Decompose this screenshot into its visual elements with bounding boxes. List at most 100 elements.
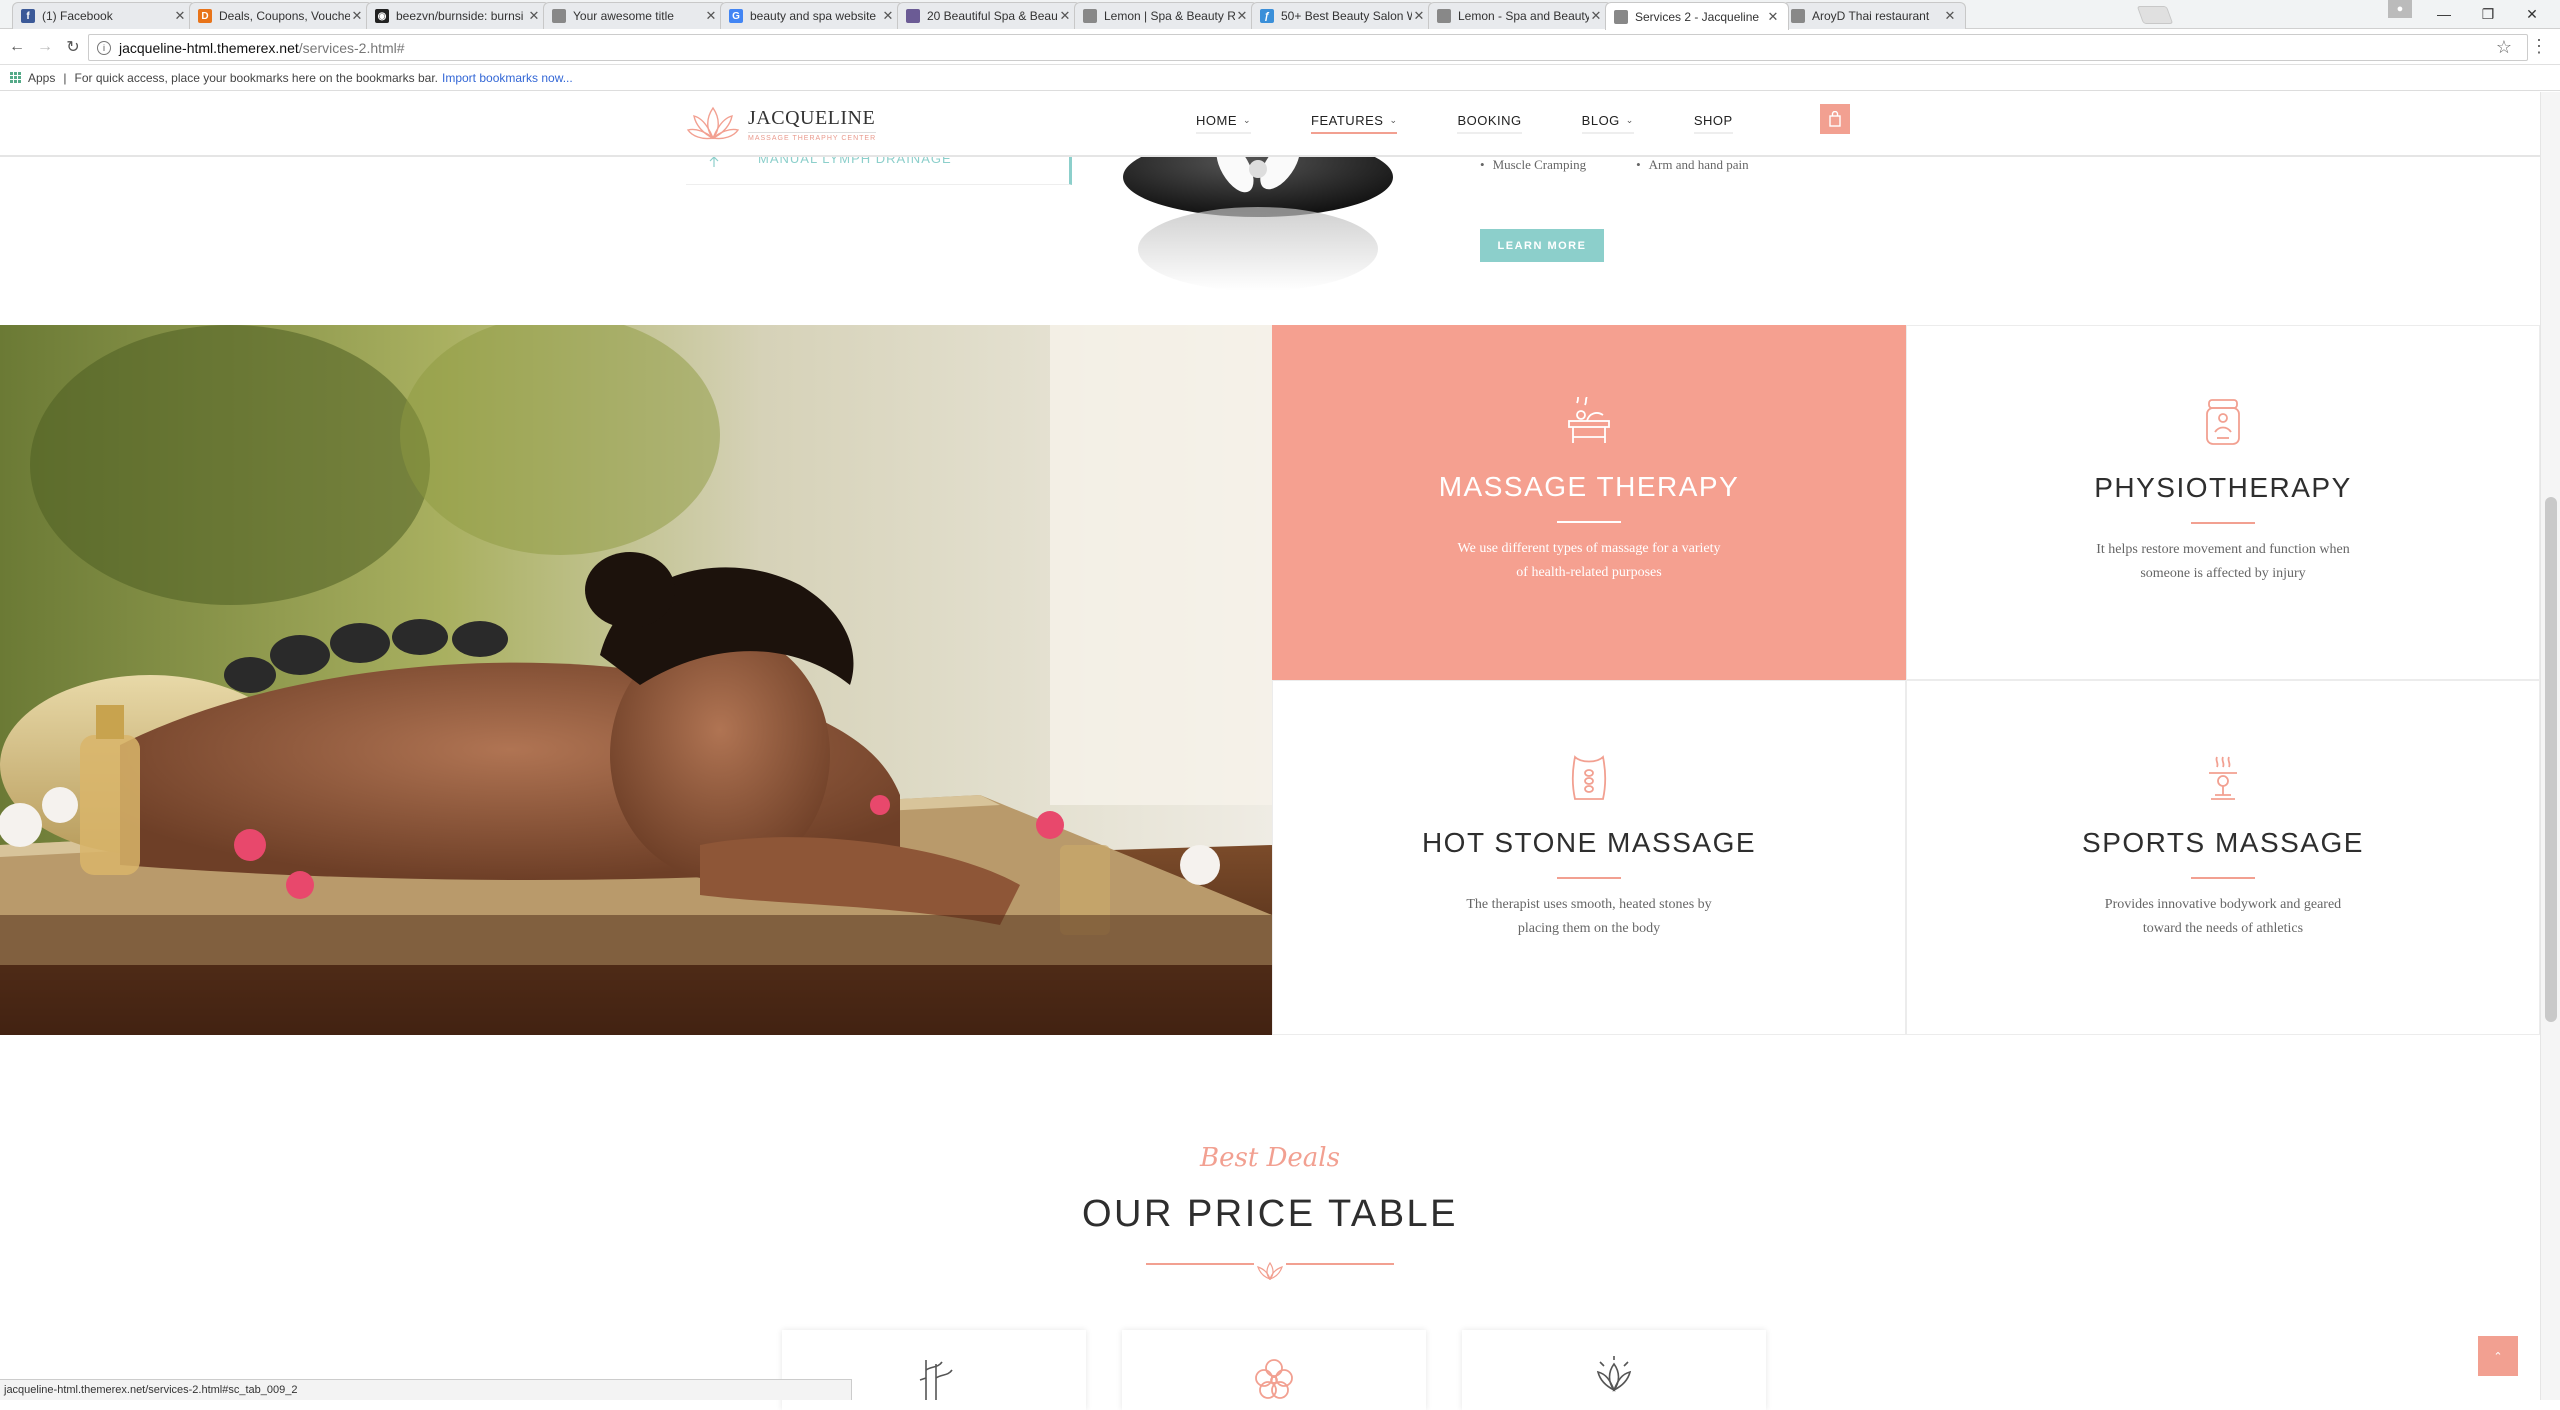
close-tab-icon[interactable]: ✕ bbox=[704, 8, 718, 24]
page-icon bbox=[1614, 9, 1628, 24]
close-tab-icon[interactable]: ✕ bbox=[1943, 8, 1957, 24]
url-path: /services-2.html# bbox=[298, 39, 405, 56]
browser-tabstrip: f (1) Facebook ✕ D Deals, Coupons, Voucher ✕ ◉… bbox=[0, 0, 2560, 30]
bookmark-star-icon[interactable]: ☆ bbox=[2496, 37, 2512, 58]
bamboo-icon bbox=[919, 1360, 953, 1400]
tab-title: beauty and spa website bbox=[750, 9, 877, 23]
service-title: MASSAGE THERAPY bbox=[1438, 471, 1740, 502]
section-title: OUR PRICE TABLE bbox=[1081, 1193, 1459, 1235]
apps-label[interactable]: Apps bbox=[28, 71, 55, 85]
bookmarks-hint: For quick access, place your bookmarks h… bbox=[74, 70, 438, 85]
service-title: HOT STONE MASSAGE bbox=[1421, 827, 1757, 858]
browser-tab[interactable]: ƒ 50+ Best Beauty Salon W ✕ bbox=[1251, 2, 1435, 29]
lotus-icon bbox=[1596, 1356, 1632, 1392]
close-tab-icon[interactable]: ✕ bbox=[173, 8, 187, 24]
browser-tab[interactable]: f (1) Facebook ✕ bbox=[12, 2, 196, 29]
page-scrollbar[interactable] bbox=[2540, 92, 2560, 1400]
shopping-bag-icon bbox=[1829, 111, 1841, 127]
tab-manual-lymph-drainage[interactable]: MANUAL LYMPH DRAINAGE bbox=[686, 151, 1072, 185]
price-card[interactable] bbox=[1462, 1330, 1766, 1410]
nav-label: HOME bbox=[1196, 113, 1237, 128]
close-tab-icon[interactable]: ✕ bbox=[1235, 8, 1249, 24]
service-physiotherapy[interactable]: PHYSIOTHERAPY It helps restore movement … bbox=[1906, 325, 2540, 680]
close-tab-icon[interactable]: ✕ bbox=[1058, 8, 1072, 24]
tab-title: AroyD Thai restaurant bbox=[1812, 9, 1930, 23]
bookmarks-bar: Apps | For quick access, place your book… bbox=[0, 65, 2560, 91]
service-divider bbox=[1557, 877, 1621, 879]
close-tab-icon[interactable]: ✕ bbox=[1412, 8, 1426, 24]
services-tabs-section: MANUAL LYMPH DRAINAGE Muscle Cramping Ar… bbox=[0, 151, 2540, 325]
chevron-down-icon: ⌄ bbox=[1625, 115, 1634, 125]
service-sports-massage[interactable]: SPORTS MASSAGE Provides innovative bodyw… bbox=[1906, 680, 2540, 1035]
page-icon bbox=[1437, 9, 1451, 23]
benefit-item: Muscle Cramping bbox=[1480, 157, 1587, 173]
browser-tab[interactable]: Your awesome title ✕ bbox=[543, 2, 727, 29]
benefits-list: Muscle Cramping Arm and hand pain bbox=[1480, 157, 1799, 173]
lotus-ornament-icon bbox=[1254, 1259, 1286, 1281]
tab-title: Lemon - Spa and Beauty bbox=[1458, 9, 1589, 23]
site-info-icon[interactable]: i bbox=[97, 40, 111, 55]
site-icon bbox=[906, 9, 920, 23]
logo-tagline: MASSAGE THERAPHY CENTER bbox=[748, 131, 877, 142]
tab-title: 50+ Best Beauty Salon W bbox=[1281, 9, 1412, 23]
chevron-down-icon: ⌄ bbox=[1389, 115, 1398, 125]
nav-home[interactable]: HOME ⌄ bbox=[1196, 113, 1252, 134]
price-card[interactable] bbox=[1122, 1330, 1426, 1410]
profile-icon[interactable]: ● bbox=[2388, 0, 2412, 18]
reload-icon[interactable]: ↻ bbox=[62, 36, 84, 58]
nav-label: FEATURES bbox=[1311, 113, 1384, 128]
browser-menu-icon[interactable]: ⋮ bbox=[2530, 36, 2548, 57]
close-tab-icon[interactable]: ✕ bbox=[350, 8, 364, 24]
close-window-icon[interactable]: ✕ bbox=[2512, 0, 2552, 28]
section-script-subtitle: Best Deals bbox=[1200, 1143, 1340, 1173]
nav-shop[interactable]: SHOP bbox=[1693, 113, 1733, 134]
site-logo[interactable]: JACQUELINE MASSAGE THERAPHY CENTER bbox=[686, 102, 877, 146]
new-tab-button[interactable] bbox=[2136, 6, 2174, 24]
bookmarks-separator: | bbox=[63, 70, 67, 85]
scrollbar-thumb[interactable] bbox=[2545, 497, 2557, 1022]
service-massage-therapy[interactable]: MASSAGE THERAPY We use different types o… bbox=[1272, 325, 1906, 680]
scroll-to-top-button[interactable]: ⌃ bbox=[2478, 1336, 2518, 1376]
page-icon bbox=[1791, 9, 1805, 23]
browser-tab[interactable]: Lemon | Spa & Beauty Re ✕ bbox=[1074, 2, 1258, 29]
back-icon[interactable]: ← bbox=[6, 36, 28, 58]
service-description: We use different types of massage for a … bbox=[1457, 541, 1721, 580]
forward-icon[interactable]: → bbox=[34, 36, 56, 58]
browser-tab[interactable]: Gbeauty and spa website ✕ bbox=[720, 2, 904, 29]
lotus-logo-icon bbox=[686, 106, 740, 140]
close-tab-icon[interactable]: ✕ bbox=[1589, 8, 1603, 24]
browser-tab[interactable]: AroyD Thai restaurant ✕ bbox=[1782, 2, 1966, 29]
minimize-icon[interactable]: — bbox=[2424, 0, 2464, 28]
browser-tab[interactable]: D Deals, Coupons, Voucher ✕ bbox=[189, 2, 373, 29]
nav-blog[interactable]: BLOG ⌄ bbox=[1581, 113, 1634, 134]
service-description: It helps restore movement and function w… bbox=[2096, 542, 2350, 581]
tab-title: Deals, Coupons, Voucher bbox=[219, 9, 350, 23]
address-bar: ← → ↻ i jacqueline-html.themerex.net/ser… bbox=[0, 30, 2560, 65]
google-icon: G bbox=[729, 9, 743, 23]
restore-icon[interactable]: ❐ bbox=[2468, 0, 2508, 28]
nav-label: BLOG bbox=[1581, 113, 1620, 128]
browser-tab[interactable]: 20 Beautiful Spa & Beau ✕ bbox=[897, 2, 1081, 29]
services-grid: MASSAGE THERAPY We use different types o… bbox=[0, 325, 2540, 1035]
price-table-section: Best Deals OUR PRICE TABLE bbox=[0, 1035, 2540, 1410]
tab-title: beezvn/burnside: burnsi bbox=[396, 9, 524, 23]
chevron-down-icon: ⌄ bbox=[1243, 115, 1252, 125]
massage-woman-photo bbox=[0, 325, 1272, 1035]
apps-grid-icon[interactable] bbox=[10, 71, 22, 84]
service-hot-stone-massage[interactable]: HOT STONE MASSAGE The therapist uses smo… bbox=[1272, 680, 1906, 1035]
browser-tab[interactable]: Services 2 - Jacqueline ✕ bbox=[1605, 2, 1789, 30]
site-icon: ƒ bbox=[1260, 9, 1274, 23]
import-bookmarks-link[interactable]: Import bookmarks now... bbox=[442, 71, 573, 85]
nav-booking[interactable]: BOOKING bbox=[1457, 113, 1522, 134]
sports-massage-icon bbox=[2209, 756, 2237, 800]
nav-features[interactable]: FEATURES ⌄ bbox=[1311, 113, 1398, 134]
close-tab-icon[interactable]: ✕ bbox=[881, 8, 895, 24]
learn-more-button[interactable]: LEARN MORE bbox=[1480, 229, 1604, 262]
url-field[interactable]: i jacqueline-html.themerex.net/services-… bbox=[88, 34, 2528, 61]
status-bar: jacqueline-html.themerex.net/services-2.… bbox=[0, 1379, 852, 1400]
close-tab-icon[interactable]: ✕ bbox=[1766, 9, 1780, 25]
browser-tab[interactable]: ◉ beezvn/burnside: burnsi ✕ bbox=[366, 2, 550, 29]
browser-tab[interactable]: Lemon - Spa and Beauty ✕ bbox=[1428, 2, 1612, 29]
cart-button[interactable] bbox=[1820, 104, 1850, 134]
close-tab-icon[interactable]: ✕ bbox=[527, 8, 541, 24]
